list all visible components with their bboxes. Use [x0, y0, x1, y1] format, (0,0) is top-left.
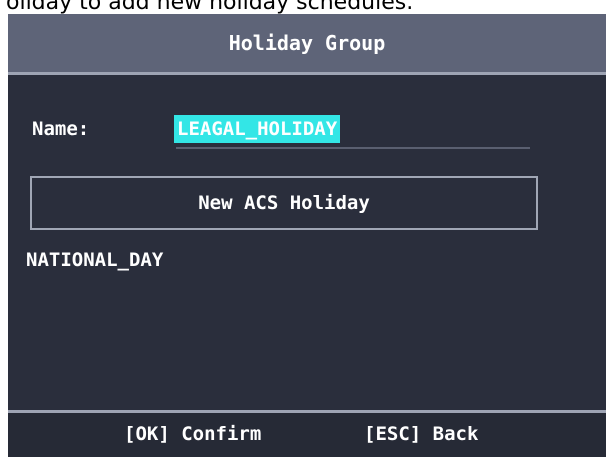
holiday-list-item[interactable]: NATIONAL_DAY [26, 249, 163, 271]
device-screen: Holiday Group Name: LEAGAL_HOLIDAY New A… [8, 14, 606, 457]
page-title: Holiday Group [8, 14, 606, 72]
holiday-group-panel: Name: LEAGAL_HOLIDAY New ACS Holiday NAT… [8, 72, 606, 410]
name-label: Name: [32, 118, 90, 140]
name-input-value: LEAGAL_HOLIDAY [174, 115, 341, 143]
esc-back-hint[interactable]: [ESC] Back [364, 413, 478, 455]
new-acs-holiday-button[interactable]: New ACS Holiday [30, 176, 538, 230]
name-input[interactable]: LEAGAL_HOLIDAY [170, 111, 530, 149]
name-input-underline [176, 147, 530, 149]
ok-confirm-hint[interactable]: [OK] Confirm [124, 413, 261, 455]
footer-bar: [OK] Confirm [ESC] Back [8, 410, 606, 457]
